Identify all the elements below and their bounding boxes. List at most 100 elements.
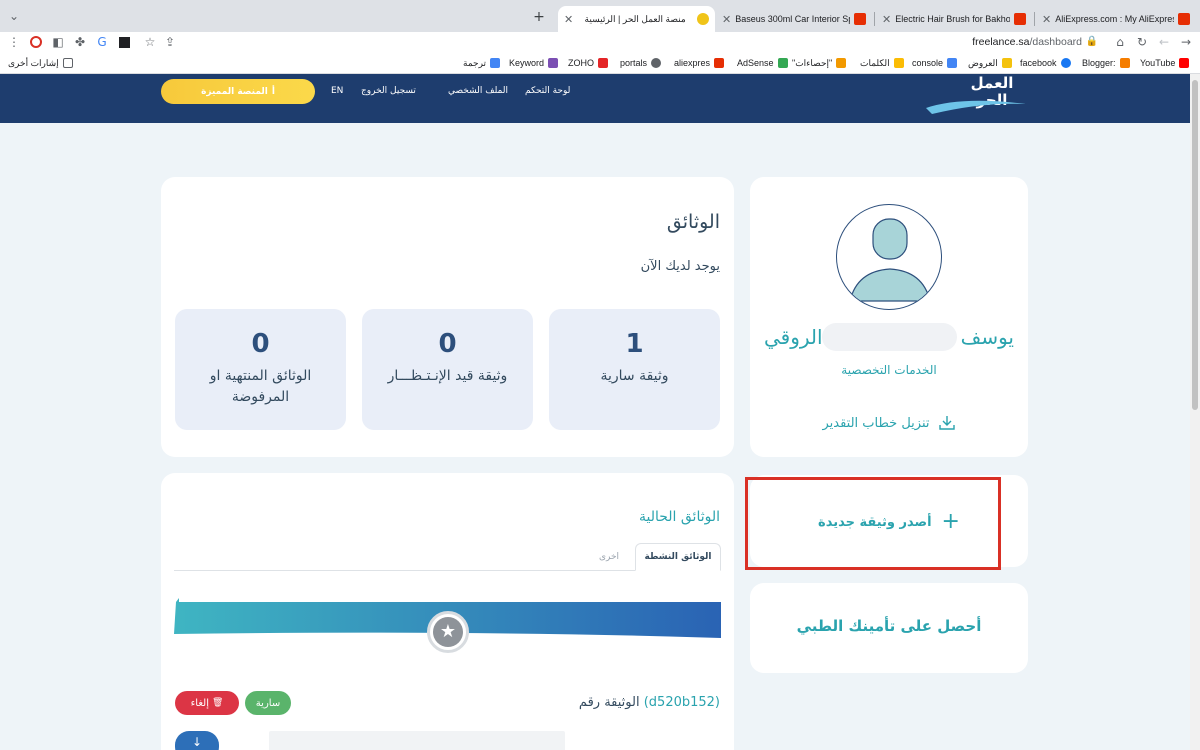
nav-language-toggle[interactable]: EN bbox=[331, 86, 343, 96]
stat-label: الوثائق المنتهية او المرفوضة bbox=[209, 368, 312, 406]
bookmark-stats[interactable]: "إحصاءات" bbox=[792, 56, 847, 70]
bookmark-label: aliexpres bbox=[674, 58, 711, 68]
bookmark-label: Blogger: bbox=[1082, 58, 1116, 68]
stats-icon bbox=[836, 58, 847, 68]
stat-pending-documents[interactable]: 0 وثيقة قيد الإنـتـظـــار bbox=[362, 309, 533, 430]
bookmark-label: facebook bbox=[1020, 58, 1057, 68]
current-documents-title: الوثائق الحالية bbox=[638, 509, 720, 525]
extension-icon[interactable] bbox=[28, 34, 44, 50]
offers-icon bbox=[1001, 58, 1012, 68]
bookmark-label: العروض bbox=[968, 57, 998, 68]
lock-icon: 🔒 bbox=[1085, 36, 1098, 47]
star-icon: ★ bbox=[433, 617, 463, 647]
address-bar[interactable]: freelance.sa/dashboard 🔒 bbox=[180, 33, 1100, 51]
download-certificate-link[interactable]: تنزيل خطاب التقدير bbox=[750, 415, 1028, 431]
document-id: (d520b152) bbox=[643, 695, 720, 710]
bookmark-zoho[interactable]: ZOHO bbox=[568, 56, 608, 70]
facebook-icon bbox=[1060, 58, 1071, 68]
stat-count: 1 bbox=[625, 329, 644, 359]
folder-icon bbox=[62, 58, 73, 68]
bookmark-facebook[interactable]: facebook bbox=[1020, 56, 1071, 70]
site-logo-icon[interactable]: العمل الحر bbox=[922, 74, 1030, 118]
browser-tab-bar: ⌄ ✕ منصة العمل الحر | الرئيسية + ✕ Baseu… bbox=[0, 0, 1200, 32]
tab-hair-brush[interactable]: ✕ Electric Hair Brush for Bakhoor bbox=[876, 6, 1032, 32]
tab-freelance-home[interactable]: ✕ منصة العمل الحر | الرئيسية bbox=[558, 6, 715, 32]
bookmark-portals[interactable]: portals bbox=[620, 56, 662, 70]
stat-expired-documents[interactable]: 0 الوثائق المنتهية او المرفوضة bbox=[175, 309, 346, 430]
tab-title: AliExpress.com : My AliExpress bbox=[1055, 14, 1174, 24]
premium-platform-button[interactable]: المنصة المميزة أ bbox=[161, 79, 315, 104]
nav-dashboard[interactable]: لوحة التحكم bbox=[525, 86, 570, 96]
translate-icon bbox=[490, 58, 501, 68]
stat-count: 0 bbox=[438, 329, 457, 359]
profile-card: يوسف الروقي الخدمات التخصصية تنزيل خطاب … bbox=[750, 177, 1028, 457]
palm-favicon-icon bbox=[696, 13, 709, 25]
download-certificate-label: تنزيل خطاب التقدير bbox=[822, 415, 930, 431]
bookmark-console[interactable]: console bbox=[912, 56, 958, 70]
share-icon[interactable]: ⇪ bbox=[162, 34, 178, 50]
adsense-icon bbox=[777, 58, 788, 68]
other-bookmarks[interactable]: إشارات أخرى bbox=[8, 56, 73, 70]
bookmark-blogger[interactable]: Blogger: bbox=[1082, 56, 1130, 70]
medical-insurance-card[interactable]: أحصل على تأمينك الطبي bbox=[750, 583, 1028, 673]
aliexpress-favicon-icon bbox=[1014, 13, 1026, 25]
nav-logout[interactable]: تسجيل الخروج bbox=[361, 86, 416, 96]
bookmark-aliexpres[interactable]: aliexpres bbox=[674, 56, 725, 70]
globe-icon bbox=[651, 58, 662, 68]
premium-label: المنصة المميزة bbox=[201, 86, 268, 97]
translate-icon[interactable]: G bbox=[94, 34, 110, 50]
logo-text-top: العمل bbox=[971, 74, 1014, 92]
menu-dots-icon[interactable]: ⋮ bbox=[6, 34, 22, 50]
site-header: لوحة التحكم الملف الشخصي تسجيل الخروج EN… bbox=[0, 74, 1190, 123]
forward-icon[interactable]: ← bbox=[1156, 34, 1172, 50]
bookmark-label: ترجمة bbox=[463, 57, 487, 68]
bookmark-star-icon[interactable]: ☆ bbox=[142, 34, 158, 50]
close-icon[interactable]: ✕ bbox=[1042, 13, 1051, 26]
close-icon[interactable]: ✕ bbox=[564, 13, 573, 26]
bookmark-youtube[interactable]: YouTube bbox=[1140, 56, 1190, 70]
tab-title: Baseus 300ml Car Interior Spra bbox=[735, 14, 850, 24]
bookmark-keyword[interactable]: Keyword bbox=[509, 56, 559, 70]
stat-label: وثيقة قيد الإنـتـظـــار bbox=[387, 368, 508, 385]
document-number-label: الوثيقة رقم bbox=[578, 695, 640, 710]
tab-baseus[interactable]: ✕ Baseus 300ml Car Interior Spra bbox=[716, 6, 872, 32]
tab-search-chevron-icon[interactable]: ⌄ bbox=[6, 8, 22, 24]
documents-tabs: الوثائق النشطة اخرى bbox=[174, 543, 721, 571]
bookmark-label: الكلمات bbox=[860, 57, 890, 68]
close-icon[interactable]: ✕ bbox=[722, 13, 731, 26]
home-icon[interactable]: ⌂ bbox=[1112, 34, 1128, 50]
trash-icon: 🗑 bbox=[211, 698, 224, 708]
bookmark-offers[interactable]: العروض bbox=[968, 56, 1012, 70]
aliexpress-favicon-icon bbox=[1178, 13, 1190, 25]
new-tab-icon[interactable]: + bbox=[531, 9, 547, 25]
tab-aliexpress[interactable]: ✕ AliExpress.com : My AliExpress bbox=[1036, 6, 1196, 32]
bookmark-translate[interactable]: ترجمة bbox=[463, 56, 501, 70]
tab-other-documents[interactable]: اخرى bbox=[589, 543, 629, 571]
bookmark-adsense[interactable]: AdSense bbox=[737, 56, 788, 70]
documents-subtitle: يوجد لديك الآن bbox=[640, 259, 720, 274]
avatar-icon bbox=[836, 204, 942, 310]
close-icon[interactable]: ✕ bbox=[882, 13, 891, 26]
documents-card: الوثائق يوجد لديك الآن 1 وثيقة سارية 0 و… bbox=[161, 177, 734, 457]
zoho-icon bbox=[598, 58, 608, 68]
download-document-button[interactable]: ↓ bbox=[175, 731, 219, 750]
analytics-icon bbox=[893, 58, 904, 68]
page-scrollbar[interactable] bbox=[1190, 74, 1200, 750]
tab-active-documents[interactable]: الوثائق النشطة bbox=[635, 543, 721, 571]
sidebar-icon[interactable]: ◧ bbox=[50, 34, 66, 50]
scrollbar-thumb[interactable] bbox=[1192, 80, 1198, 410]
stat-active-documents[interactable]: 1 وثيقة سارية bbox=[549, 309, 720, 430]
bookmark-label: console bbox=[912, 58, 944, 68]
bookmark-label: YouTube bbox=[1140, 58, 1176, 68]
puzzle-icon[interactable]: ✤ bbox=[72, 34, 88, 50]
back-icon[interactable]: → bbox=[1178, 34, 1194, 50]
youtube-icon bbox=[1179, 58, 1190, 68]
cancel-document-button[interactable]: إلغاء 🗑 bbox=[175, 691, 239, 715]
aliexpress-icon bbox=[714, 58, 725, 68]
keyword-icon bbox=[548, 58, 559, 68]
bookmark-keywords[interactable]: الكلمات bbox=[860, 56, 904, 70]
nav-profile[interactable]: الملف الشخصي bbox=[448, 86, 508, 96]
user-first-name: يوسف bbox=[960, 325, 1014, 349]
reload-icon[interactable]: ↻ bbox=[1134, 34, 1150, 50]
extension-dark-icon[interactable] bbox=[116, 34, 132, 50]
